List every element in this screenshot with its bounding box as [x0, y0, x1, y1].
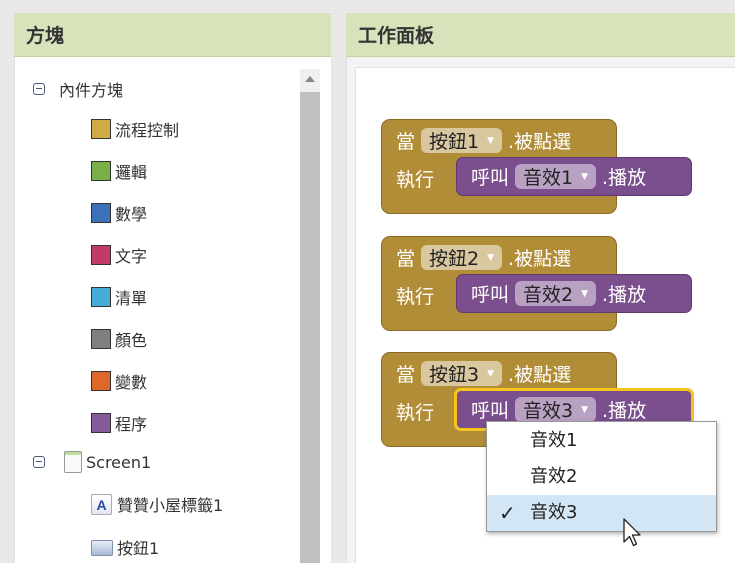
tree-screen1[interactable]: Screen1 [33, 451, 151, 473]
drawer-text[interactable]: 文字 [91, 243, 147, 267]
when-label: 當 [396, 364, 416, 386]
button-icon [91, 540, 113, 556]
drawer-control[interactable]: 流程控制 [91, 117, 179, 141]
component-button1[interactable]: 按鈕1 [91, 535, 159, 559]
drawer-colors[interactable]: 顏色 [91, 327, 147, 351]
drawer-procedures[interactable]: 程序 [91, 411, 147, 435]
menu-item-sound2[interactable]: 音效2 [487, 459, 716, 495]
method-name: .播放 [602, 400, 647, 422]
math-swatch-icon [91, 203, 111, 223]
do-label: 執行 [396, 402, 435, 424]
component-label1[interactable]: A 贊贊小屋標籤1 [91, 492, 223, 516]
logic-swatch-icon [91, 161, 111, 181]
when-label: 當 [396, 248, 416, 270]
menu-item-sound3[interactable]: ✓ 音效3 [487, 495, 716, 531]
when-label: 當 [396, 131, 416, 153]
tree-builtin-blocks[interactable]: 內件方塊 [33, 77, 123, 101]
workspace-title: 工作面板 [346, 13, 735, 57]
tree-builtin-label: 內件方塊 [59, 81, 124, 100]
dropdown-arrow-icon: ▼ [487, 368, 495, 379]
method-name: .播放 [602, 167, 647, 189]
call-label: 呼叫 [471, 400, 510, 422]
dropdown-arrow-icon: ▼ [581, 404, 589, 415]
drawer-label: 清單 [115, 289, 148, 308]
dropdown-arrow-icon: ▼ [487, 135, 495, 146]
sound-dropdown[interactable]: 音效1 ▼ [515, 164, 597, 189]
drawer-math[interactable]: 數學 [91, 201, 147, 225]
event-name: .被點選 [508, 248, 572, 270]
lists-swatch-icon [91, 287, 111, 307]
text-swatch-icon [91, 245, 111, 265]
call-label: 呼叫 [471, 167, 510, 189]
menu-item-sound1[interactable]: 音效1 [487, 423, 716, 459]
sound-dropdown[interactable]: 音效3 ▼ [515, 397, 597, 422]
label-icon: A [91, 493, 112, 515]
control-swatch-icon [91, 119, 111, 139]
method-name: .播放 [602, 284, 647, 306]
collapse-icon[interactable] [33, 456, 45, 468]
event-name: .被點選 [508, 364, 572, 386]
dropdown-arrow-icon: ▼ [581, 171, 589, 182]
scroll-up-arrow-icon[interactable] [305, 76, 315, 82]
do-label: 執行 [396, 286, 435, 308]
colors-swatch-icon [91, 329, 111, 349]
menu-item-label: 音效3 [530, 502, 578, 523]
drawer-label: 數學 [115, 205, 148, 224]
drawer-label: 程序 [115, 415, 148, 434]
component-value: 按鈕2 [429, 248, 480, 270]
sound-value: 音效1 [523, 167, 574, 189]
drawer-logic[interactable]: 邏輯 [91, 159, 147, 183]
screen-icon [64, 451, 82, 473]
component-dropdown[interactable]: 按鈕1 ▼ [421, 128, 503, 153]
event-name: .被點選 [508, 131, 572, 153]
do-label: 執行 [396, 169, 435, 191]
drawer-label: 變數 [115, 373, 148, 392]
dropdown-arrow-icon: ▼ [487, 252, 495, 263]
collapse-icon[interactable] [33, 83, 45, 95]
sound-value: 音效3 [523, 400, 574, 422]
call-label: 呼叫 [471, 284, 510, 306]
component-dropdown[interactable]: 按鈕3 ▼ [421, 361, 503, 386]
drawer-variables[interactable]: 變數 [91, 369, 147, 393]
scrollbar-thumb[interactable] [300, 92, 320, 563]
component-dropdown[interactable]: 按鈕2 ▼ [421, 245, 503, 270]
component-label: 贊贊小屋標籤1 [117, 496, 224, 515]
drawer-label: 邏輯 [115, 163, 148, 182]
sound-dropdown-menu: 音效1 音效2 ✓ 音效3 [486, 421, 717, 532]
procedures-swatch-icon [91, 413, 111, 433]
variables-swatch-icon [91, 371, 111, 391]
call-play-block-2[interactable]: 呼叫 音效2 ▼ .播放 [456, 274, 692, 313]
mouse-cursor-icon [623, 518, 641, 547]
drawer-label: 顏色 [115, 331, 148, 350]
component-value: 按鈕3 [429, 364, 480, 386]
sound-value: 音效2 [523, 284, 574, 306]
sound-dropdown[interactable]: 音效2 ▼ [515, 281, 597, 306]
drawer-label: 流程控制 [115, 121, 180, 140]
call-play-block-1[interactable]: 呼叫 音效1 ▼ .播放 [456, 157, 692, 196]
menu-item-label: 音效2 [530, 466, 578, 487]
tree-screen-label: Screen1 [86, 452, 152, 472]
menu-item-label: 音效1 [530, 430, 578, 451]
component-label: 按鈕1 [117, 539, 160, 558]
drawer-label: 文字 [115, 247, 148, 266]
blocks-panel-title: 方塊 [14, 13, 331, 57]
dropdown-arrow-icon: ▼ [581, 288, 589, 299]
drawer-lists[interactable]: 清單 [91, 285, 147, 309]
check-icon: ✓ [499, 501, 516, 525]
component-value: 按鈕1 [429, 131, 480, 153]
